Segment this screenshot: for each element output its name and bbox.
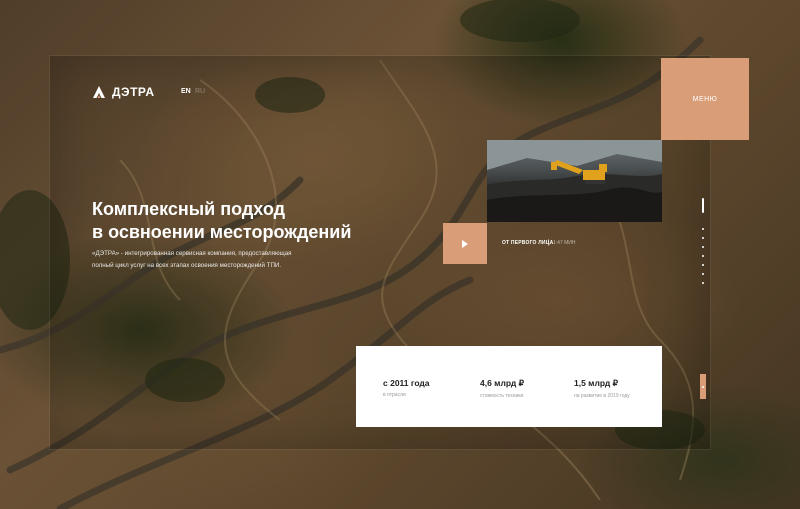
scroll-indicator-icon bbox=[702, 385, 704, 388]
slider-dot[interactable] bbox=[702, 246, 704, 248]
slider-dot[interactable] bbox=[702, 273, 704, 275]
video-divider bbox=[548, 239, 549, 246]
language-switch-current[interactable]: EN bbox=[181, 88, 191, 95]
slider-dot-active[interactable] bbox=[702, 198, 704, 213]
stat-item: 4,6 млрд ₽ стоимость техники bbox=[480, 378, 524, 399]
slider-dot[interactable] bbox=[702, 255, 704, 257]
stats-card: с 2011 года в отрасли 4,6 млрд ₽ стоимос… bbox=[356, 346, 662, 427]
brand-name: ДЭТРА bbox=[112, 85, 155, 99]
play-button[interactable] bbox=[443, 223, 487, 264]
slider-dot[interactable] bbox=[702, 237, 704, 239]
stat-value: 1,5 млрд ₽ bbox=[574, 378, 619, 388]
stat-caption: на развитие в 2019 году bbox=[574, 393, 630, 399]
slider-dot[interactable] bbox=[702, 282, 704, 284]
stat-caption: в отрасли bbox=[383, 392, 406, 398]
slider-dot[interactable] bbox=[702, 228, 704, 230]
stat-item: 1,5 млрд ₽ на развитие в 2019 году bbox=[574, 378, 630, 399]
detra-logo-icon bbox=[93, 86, 105, 98]
brand-logo[interactable]: ДЭТРА bbox=[92, 85, 155, 99]
hero-description: «ДЭТРА» - интегрированная сервисная комп… bbox=[92, 250, 292, 269]
language-switch-alt[interactable]: RU bbox=[195, 88, 205, 95]
menu-button[interactable]: МЕНЮ bbox=[661, 58, 749, 140]
play-icon bbox=[462, 239, 468, 248]
stat-value: 4,6 млрд ₽ bbox=[480, 378, 525, 388]
scroll-down-tab[interactable] bbox=[700, 374, 706, 399]
headline-line-2: в освноении месторождений bbox=[92, 222, 352, 242]
stat-caption: стоимость техники bbox=[480, 393, 524, 399]
video-title[interactable]: ОТ ПЕРВОГО ЛИЦА bbox=[502, 240, 553, 246]
video-thumbnail[interactable] bbox=[487, 140, 662, 222]
slider-dot[interactable] bbox=[702, 264, 704, 266]
stat-item: с 2011 года в отрасли bbox=[383, 378, 430, 398]
hero-headline: Комплексный подход в освноении месторожд… bbox=[92, 198, 372, 244]
headline-line-1: Комплексный подход bbox=[92, 199, 286, 219]
menu-label: МЕНЮ bbox=[692, 95, 718, 103]
stat-value: с 2011 года bbox=[383, 378, 430, 388]
video-duration: 1:47 МИН bbox=[553, 240, 576, 246]
